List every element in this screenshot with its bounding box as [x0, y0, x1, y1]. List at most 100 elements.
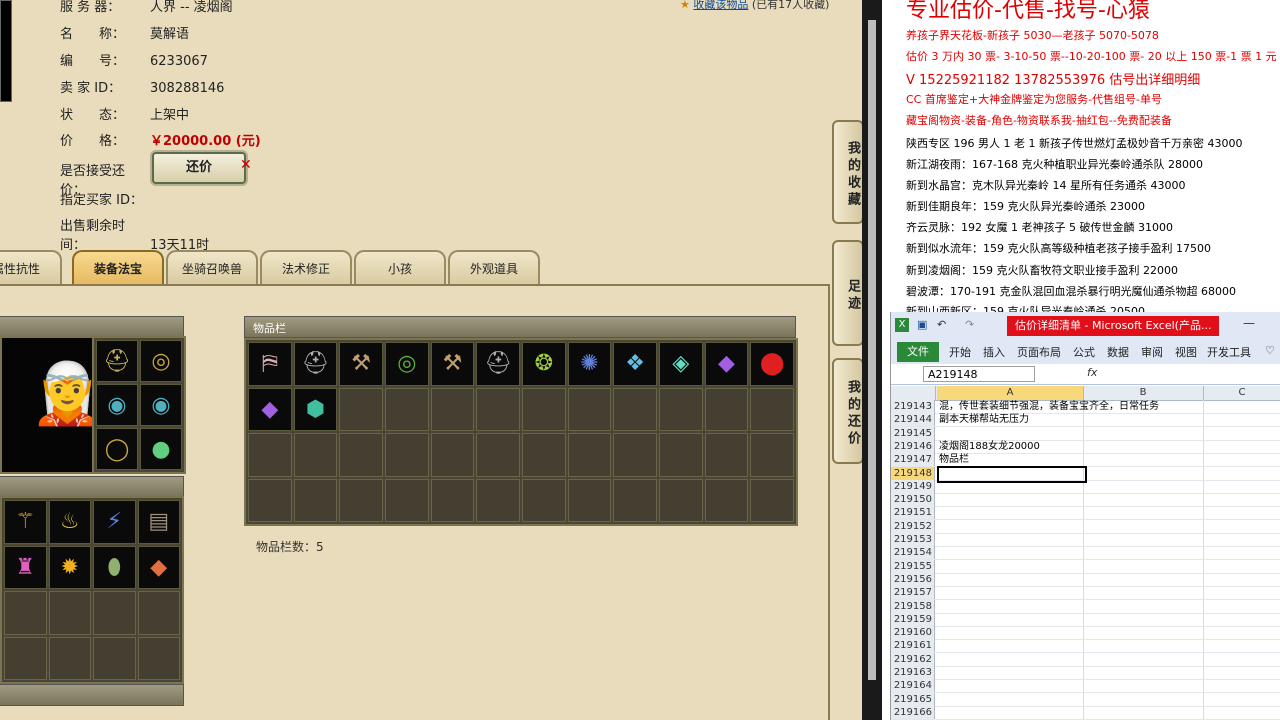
item-slot[interactable] — [613, 478, 657, 522]
item-slot[interactable] — [750, 478, 794, 522]
row-number[interactable]: 219148 — [891, 466, 935, 480]
row-number[interactable]: 219163 — [891, 666, 935, 679]
bargain-button[interactable]: 还价 — [152, 152, 246, 184]
redo-icon[interactable]: ↷ — [965, 318, 974, 331]
equip-slot[interactable]: ◯ — [96, 428, 138, 470]
item-slot[interactable]: ◆ — [248, 387, 292, 431]
item-slot[interactable] — [522, 387, 566, 431]
item-slot[interactable]: ❂ — [522, 342, 566, 386]
treasure-slot[interactable]: ♜ — [4, 545, 47, 589]
treasure-slot[interactable] — [93, 636, 136, 680]
treasure-slot[interactable] — [93, 591, 136, 635]
selected-cell[interactable] — [937, 466, 1087, 483]
tab-spells[interactable]: 法术修正 — [260, 250, 352, 286]
equip-slot[interactable]: ◉ — [140, 384, 182, 426]
menu-view[interactable]: 视图 — [1175, 344, 1197, 360]
column-a[interactable]: A — [937, 386, 1084, 400]
item-slot[interactable] — [430, 478, 475, 522]
menu-insert[interactable]: 插入 — [983, 344, 1005, 360]
item-slot[interactable] — [704, 433, 749, 477]
item-slot[interactable] — [476, 478, 520, 522]
row-number[interactable]: 219152 — [891, 519, 935, 533]
item-slot[interactable] — [659, 478, 703, 522]
item-slot[interactable]: ⬤ — [750, 342, 794, 386]
item-slot[interactable] — [476, 387, 520, 431]
scrollbar[interactable] — [868, 20, 876, 680]
item-slot[interactable] — [522, 433, 566, 477]
item-slot[interactable] — [430, 387, 475, 431]
item-slot[interactable] — [248, 433, 292, 477]
item-slot[interactable]: ⚒ — [339, 342, 383, 386]
column-b[interactable]: B — [1083, 386, 1204, 400]
tab-appearance[interactable]: 外观道具 — [448, 250, 540, 286]
item-slot[interactable]: ✺ — [567, 342, 612, 386]
name-box[interactable]: A219148 — [923, 366, 1035, 382]
menu-layout[interactable]: 页面布局 — [1017, 344, 1061, 360]
row-number[interactable]: 219166 — [891, 705, 935, 719]
item-slot[interactable]: ⚒ — [430, 342, 475, 386]
row-number[interactable]: 219158 — [891, 599, 935, 613]
item-slot[interactable] — [704, 478, 749, 522]
tab-child[interactable]: 小孩 — [354, 250, 446, 286]
treasure-slot[interactable] — [4, 591, 47, 635]
item-slot[interactable]: ⛿ — [248, 342, 292, 386]
my-bargains-button[interactable]: 我的还价 — [832, 358, 862, 464]
column-c[interactable]: C — [1203, 386, 1280, 400]
item-slot[interactable]: ◎ — [385, 342, 429, 386]
item-slot[interactable] — [750, 433, 794, 477]
item-slot[interactable] — [567, 387, 612, 431]
treasure-slot[interactable] — [4, 636, 47, 680]
undo-icon[interactable]: ↶ — [937, 318, 946, 331]
row-number[interactable]: 219164 — [891, 679, 935, 693]
treasure-slot[interactable] — [48, 591, 91, 635]
row-number[interactable]: 219160 — [891, 626, 935, 640]
tab-mounts[interactable]: 坐骑召唤兽 — [166, 250, 258, 286]
menu-developer[interactable]: 开发工具 — [1207, 344, 1251, 360]
treasure-slot[interactable] — [137, 591, 180, 635]
menu-review[interactable]: 审阅 — [1141, 344, 1163, 360]
item-slot[interactable] — [430, 433, 475, 477]
item-slot[interactable]: ❖ — [613, 342, 657, 386]
tab-equipment[interactable]: 装备法宝 — [72, 250, 164, 286]
item-slot[interactable] — [293, 433, 338, 477]
close-icon[interactable]: ✕ — [240, 157, 252, 173]
row-number[interactable]: 219146 — [891, 439, 935, 453]
item-slot[interactable] — [659, 433, 703, 477]
item-slot[interactable] — [750, 387, 794, 431]
treasure-slot[interactable]: ⚚ — [4, 500, 47, 544]
item-slot[interactable] — [659, 387, 703, 431]
item-slot[interactable] — [704, 387, 749, 431]
row-number[interactable]: 219151 — [891, 506, 935, 520]
treasure-slot[interactable]: ⬮ — [93, 545, 136, 589]
favorite-link[interactable]: 收藏该物品 — [693, 0, 748, 11]
item-slot[interactable] — [248, 478, 292, 522]
tab-attributes[interactable]: 属性抗性 — [0, 250, 62, 286]
cell-a[interactable]: 副本天梯帮站无压力 — [939, 413, 1029, 426]
item-slot[interactable] — [385, 478, 429, 522]
menu-home[interactable]: 开始 — [949, 344, 971, 360]
item-slot[interactable]: ⬢ — [293, 387, 338, 431]
row-number[interactable]: 219156 — [891, 572, 935, 586]
row-number[interactable]: 219154 — [891, 546, 935, 560]
menu-formula[interactable]: 公式 — [1073, 344, 1095, 360]
item-slot[interactable] — [476, 433, 520, 477]
heart-icon[interactable]: ♡ — [1265, 344, 1275, 357]
item-slot[interactable] — [339, 387, 383, 431]
item-slot[interactable] — [339, 478, 383, 522]
select-all-corner[interactable] — [891, 386, 936, 400]
cell-a[interactable]: 物品栏 — [939, 453, 969, 466]
item-slot[interactable]: ◈ — [659, 342, 703, 386]
equip-slot[interactable]: ◎ — [140, 340, 182, 382]
row-number[interactable]: 219149 — [891, 479, 935, 493]
fx-icon[interactable]: fx — [1087, 366, 1097, 379]
cell-a[interactable]: 凌烟阁188女龙20000 — [939, 440, 1040, 453]
minimize-icon[interactable]: — — [1243, 316, 1255, 330]
cell-a[interactable]: 混，传世套装细节强混，装备宝宝齐全，日常任务 — [939, 400, 1159, 413]
menu-file[interactable]: 文件 — [897, 342, 939, 362]
row-number[interactable]: 219165 — [891, 692, 935, 706]
equip-slot[interactable]: ● — [140, 428, 182, 470]
row-number[interactable]: 219162 — [891, 652, 935, 666]
treasure-slot[interactable]: ✹ — [48, 545, 91, 589]
item-slot[interactable]: ◆ — [704, 342, 749, 386]
treasure-slot[interactable] — [48, 636, 91, 680]
